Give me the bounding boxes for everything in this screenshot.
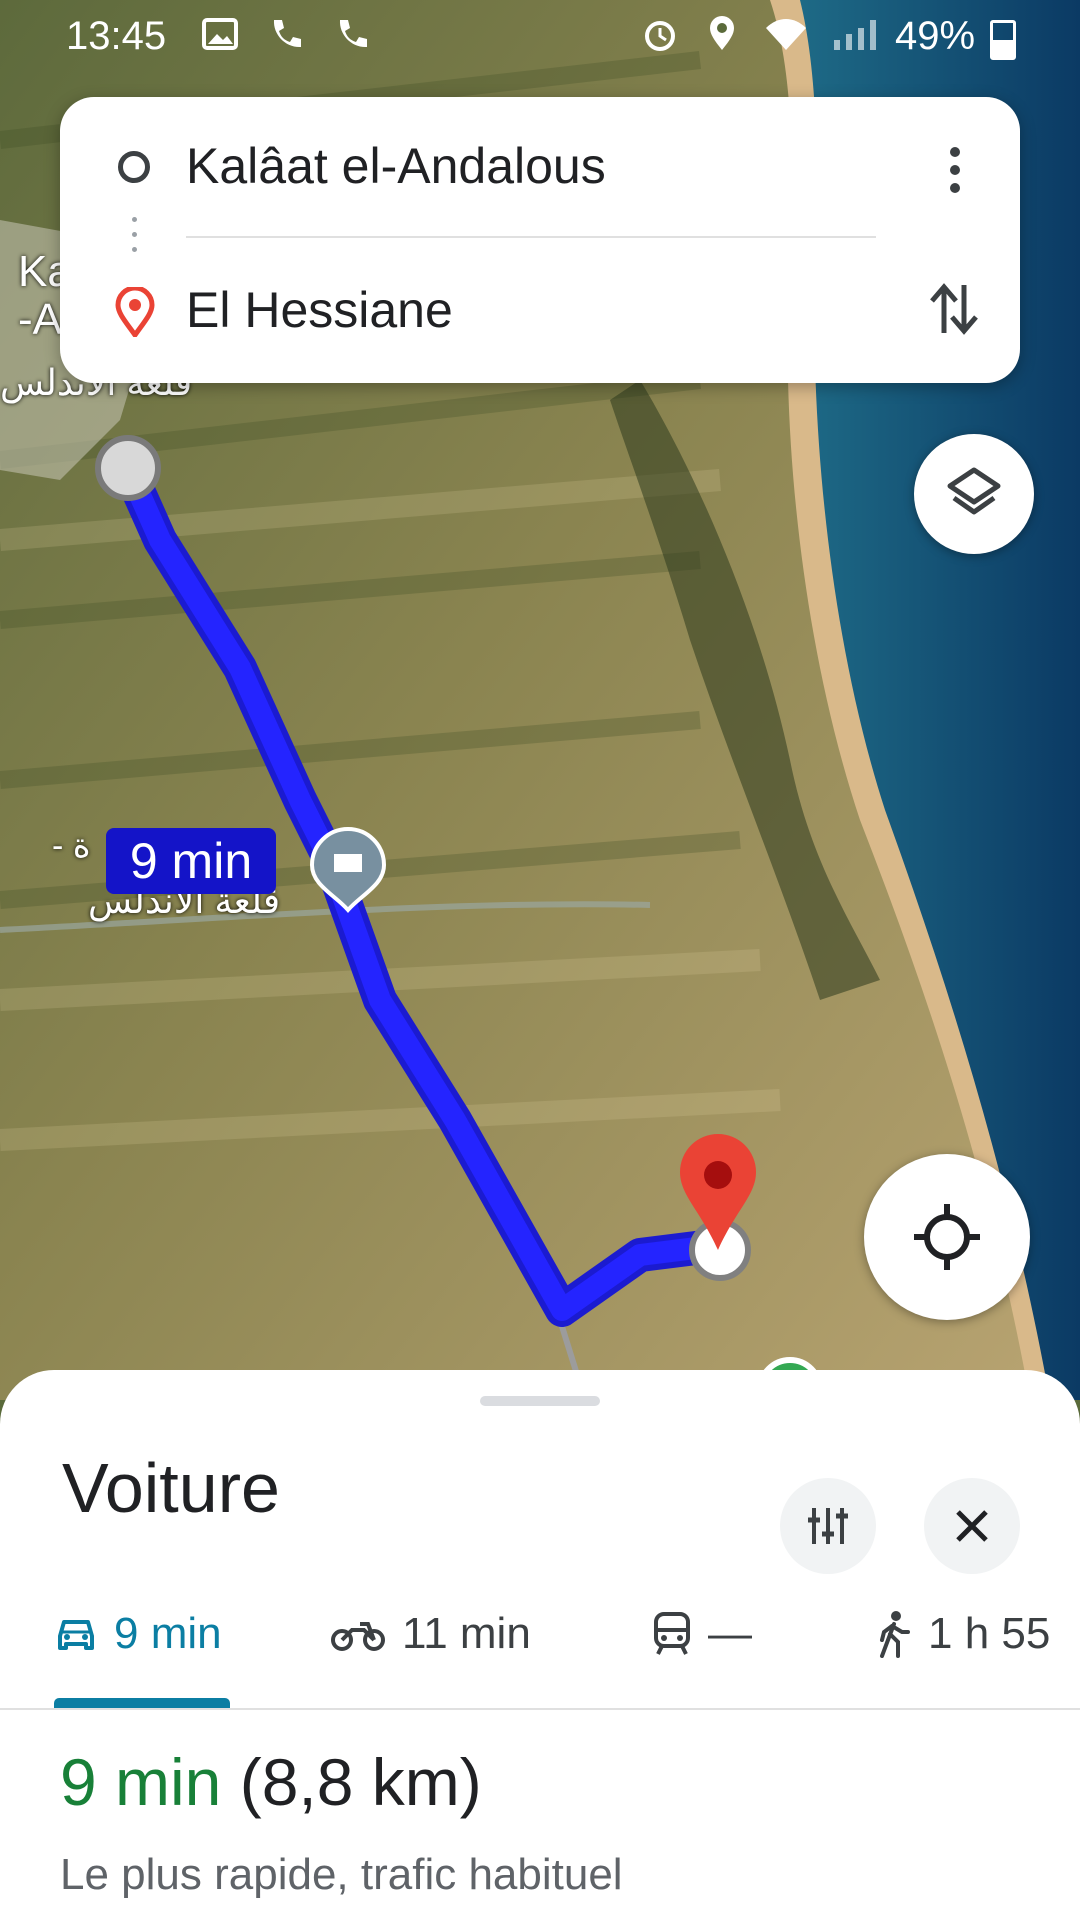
sliders-icon: [808, 1508, 848, 1544]
car-icon: [58, 1620, 94, 1650]
tab-motorbike[interactable]: 11 min: [330, 1584, 531, 1684]
input-divider: [186, 236, 876, 238]
battery-percent: 49%: [895, 14, 976, 58]
tab-walk[interactable]: 1 h 55: [876, 1584, 1050, 1684]
motorbike-icon: [331, 1622, 385, 1651]
bottom-sheet: Voiture 9 min 11 min — 1 h 55 9 min (8,8…: [0, 1370, 1080, 1916]
sheet-drag-handle[interactable]: [480, 1396, 600, 1406]
call-icon: [273, 20, 301, 48]
layers-button[interactable]: [914, 434, 1034, 554]
tab-motorbike-label: 11 min: [402, 1609, 531, 1658]
location-icon: [710, 16, 734, 50]
status-time: 13:45: [66, 14, 167, 58]
image-icon: [202, 18, 238, 50]
destination-pin-icon: [115, 287, 155, 337]
alarm-icon: [645, 21, 675, 51]
more-options-icon[interactable]: [940, 147, 970, 197]
destination-field[interactable]: El Hessiane: [186, 281, 453, 339]
tab-transit[interactable]: —: [652, 1584, 752, 1684]
route-dots-icon: [132, 217, 137, 252]
my-location-button[interactable]: [864, 1154, 1030, 1320]
signal-icon: [834, 20, 876, 50]
status-right-icons: [640, 14, 890, 54]
wifi-icon: [766, 19, 806, 50]
status-bar: 13:45 49%: [0, 0, 1080, 80]
active-tab-indicator: [54, 1698, 230, 1708]
swap-icon[interactable]: [926, 279, 982, 339]
origin-field[interactable]: Kalâat el-Andalous: [186, 137, 606, 195]
crosshair-icon: [914, 1204, 980, 1270]
tab-car[interactable]: 9 min: [54, 1584, 222, 1684]
route-note: Le plus rapide, trafic habituel: [60, 1850, 623, 1899]
tabs-divider: [0, 1708, 1080, 1710]
call-icon-2: [339, 20, 367, 48]
summary-distance: (8,8 km): [239, 1745, 482, 1819]
route-duration-bubble[interactable]: 9 min: [106, 828, 276, 894]
origin-circle-icon: [118, 151, 150, 183]
directions-card: Kalâat el-Andalous El Hessiane: [60, 97, 1020, 383]
train-icon: [654, 1612, 690, 1655]
summary-duration: 9 min: [60, 1745, 222, 1819]
close-icon: [956, 1510, 988, 1542]
walk-icon: [880, 1611, 910, 1658]
travel-mode-title: Voiture: [62, 1449, 280, 1527]
tab-transit-label: —: [708, 1609, 752, 1658]
options-button[interactable]: [780, 1478, 876, 1574]
close-button[interactable]: [924, 1478, 1020, 1574]
tab-car-label: 9 min: [114, 1609, 222, 1658]
status-left-icons: [200, 14, 372, 54]
tab-walk-label: 1 h 55: [928, 1609, 1051, 1658]
battery-icon: [990, 20, 1016, 60]
travel-mode-tabs: 9 min 11 min — 1 h 55: [0, 1584, 1080, 1684]
route-summary: 9 min (8,8 km): [60, 1744, 482, 1820]
origin-marker: [95, 435, 161, 501]
layers-icon: [947, 467, 1001, 515]
route-duration-text: 9 min: [129, 833, 253, 889]
arabic-poi-label-left: - ة: [52, 827, 91, 865]
